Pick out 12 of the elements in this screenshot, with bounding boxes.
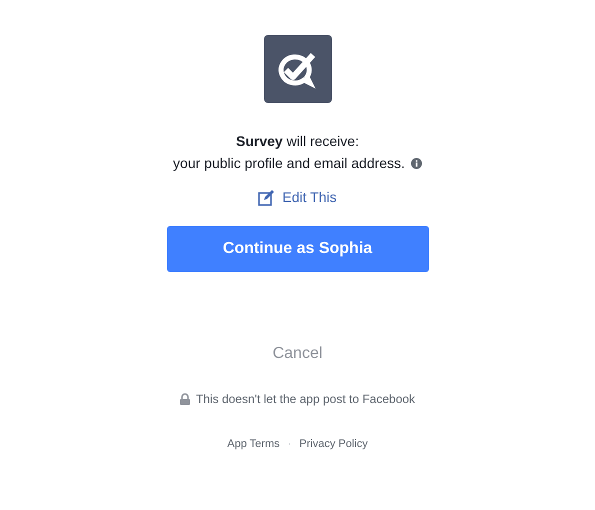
notice-text: This doesn't let the app post to Facebook	[196, 391, 416, 408]
permission-detail: your public profile and email address.	[173, 154, 405, 173]
permission-title: Survey will receive:	[235, 132, 360, 151]
edit-icon	[258, 190, 274, 206]
info-icon[interactable]	[410, 158, 422, 168]
footer-link[interactable]: Privacy Policy	[299, 436, 368, 452]
edit-link[interactable]: Edit This	[258, 187, 337, 208]
continue-button[interactable]: Continue as Sophia	[166, 226, 428, 272]
cancel-button[interactable]: Cancel	[272, 342, 322, 366]
separator-dot: ·	[288, 437, 292, 452]
footer-link[interactable]: App Terms	[227, 436, 280, 452]
lock-icon	[180, 393, 190, 405]
